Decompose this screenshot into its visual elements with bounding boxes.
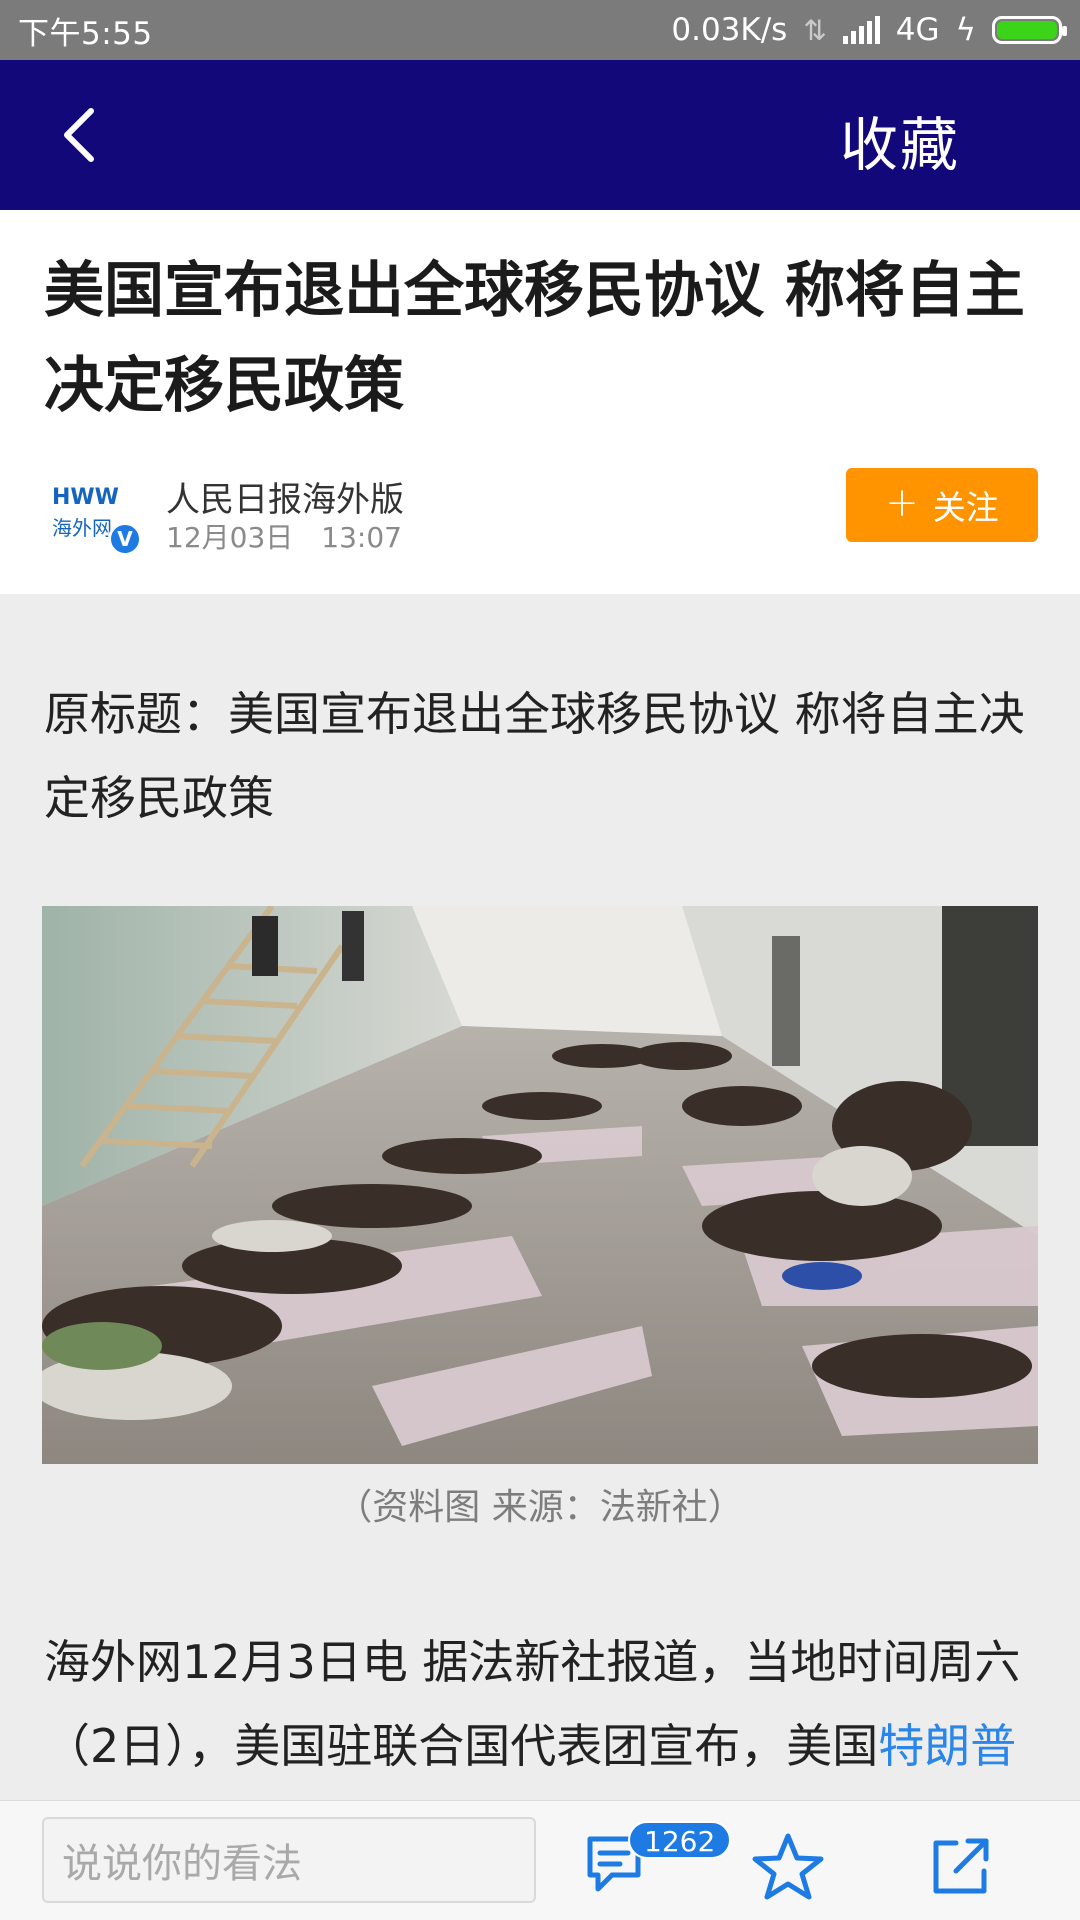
verified-badge: V [108,522,142,556]
avatar-logo: HWW [52,486,119,510]
share-icon [933,1838,989,1894]
article-title: 美国宣布退出全球移民协议 称将自主决定移民政策 [44,256,1025,421]
charging-icon: ϟ [955,12,976,48]
star-icon [752,1833,824,1900]
body-paragraph: 海外网12月3日电 据法新社报道，当地时间周六（2日），美国驻联合国代表团宣布，… [44,1635,1021,1773]
photo-illustration [42,906,1038,1464]
favorite-button[interactable]: 收藏 [840,98,960,182]
data-arrows-icon: ⇅ [803,13,827,47]
plus-icon: + [885,480,919,526]
status-bar: 下午5:55 0.03K/s ⇅ 4G ϟ [0,0,1080,60]
comment-placeholder: 说说你的看法 [62,1841,302,1887]
avatar-logo-text: HWW [52,485,119,510]
favorite-article-button[interactable] [750,1831,826,1901]
article-body: 海外网12月3日电 据法新社报道，当地时间周六（2日），美国驻联合国代表团宣布，… [44,1620,1054,1788]
article-photo[interactable] [42,906,1038,1464]
person-link[interactable]: 特朗普 [878,1719,1016,1773]
chevron-left-icon [64,108,94,162]
avatar-logo-subtext: 海外网 [52,516,112,540]
status-time: 下午5:55 [18,15,153,52]
post-time: 12月03日 13:07 [166,521,402,554]
comment-input[interactable]: 说说你的看法 [42,1817,536,1903]
author-name[interactable]: 人民日报海外版 [166,472,404,521]
status-indicators: 0.03K/s ⇅ 4G ϟ [671,12,1067,48]
battery-level [997,21,1057,39]
network-type: 4G [895,12,940,48]
follow-label: 关注 [932,488,999,527]
avatar[interactable]: HWW 海外网 V [50,472,142,562]
signal-icon [842,16,880,44]
bottom-bar: 说说你的看法 1262 [0,1800,1080,1920]
battery-icon [992,16,1067,44]
comment-count-badge: 1262 [628,1821,732,1859]
back-button[interactable] [44,100,114,170]
nav-bar: 收藏 [0,60,1080,210]
image-caption: （资料图 来源：法新社） [336,1487,744,1528]
share-button[interactable] [926,1831,996,1901]
follow-button[interactable]: + 关注 [846,468,1038,542]
original-title: 原标题：美国宣布退出全球移民协议 称将自主决定移民政策 [44,687,1025,825]
article-header: 美国宣布退出全球移民协议 称将自主决定移民政策 HWW 海外网 V 人民日报海外… [0,210,1080,594]
net-speed: 0.03K/s [671,12,788,48]
